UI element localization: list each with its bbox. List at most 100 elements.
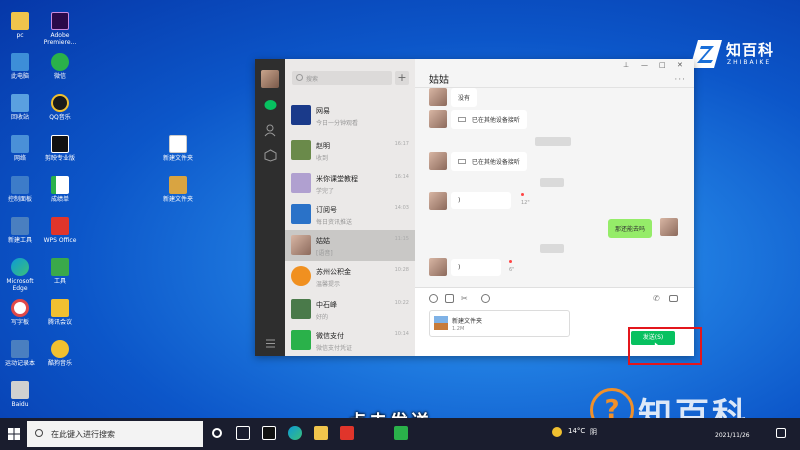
- desktop-icon-label: QQ音乐: [49, 114, 71, 121]
- search-placeholder: 搜索: [306, 76, 319, 83]
- minimize-icon[interactable]: —: [641, 61, 648, 69]
- video-call-icon: [458, 159, 466, 164]
- desktop-icon-tool[interactable]: 新建工具: [0, 217, 40, 244]
- avatar[interactable]: [261, 70, 279, 88]
- wechat-taskbar-icon[interactable]: [394, 426, 408, 440]
- windows-start-icon[interactable]: [8, 428, 20, 440]
- add-button[interactable]: +: [395, 71, 409, 85]
- folder-icon[interactable]: [445, 294, 454, 303]
- desktop-icon-label: 成绩单: [50, 196, 69, 203]
- chat-item[interactable]: 中石峰 好的 10:22: [285, 294, 415, 325]
- file-attachment[interactable]: 新建文件夹 1.2M: [429, 310, 570, 337]
- desktop-icon-recycle[interactable]: 回收站: [0, 94, 40, 121]
- chat-item[interactable]: 苏州公积金 温馨提示 10:28: [285, 261, 415, 292]
- desktop-icon-meeting[interactable]: 腾讯会议: [40, 299, 80, 326]
- contacts-icon[interactable]: [264, 124, 277, 137]
- desktop-icon-label: pc: [16, 32, 24, 39]
- chat-time: 10:28: [394, 267, 409, 273]
- logo-title: 知百科: [726, 41, 775, 59]
- task-view-icon[interactable]: [212, 428, 222, 438]
- desktop-icon-newfile[interactable]: 新建文件夹: [158, 135, 198, 162]
- desktop-icon-label: 新建文件夹: [162, 196, 193, 203]
- call-text: 已在其他设备接听: [471, 159, 520, 166]
- desktop-icon-pc[interactable]: pc: [0, 12, 40, 39]
- contact-avatar: [429, 152, 447, 170]
- taskbar: 在此键入进行搜索 14°C 阴 2021/11/26: [0, 418, 800, 450]
- chat-name: 订阅号: [316, 206, 337, 214]
- premiere-icon: [51, 12, 69, 30]
- desktop-icon-label: WPS Office: [43, 237, 77, 244]
- folder-icon: [11, 12, 29, 30]
- chat-time: 10:14: [394, 331, 409, 337]
- recycle-bin-icon: [11, 94, 29, 112]
- chat-item[interactable]: 赵明 收到 16:17: [285, 135, 415, 166]
- network-icon: [11, 135, 29, 153]
- desktop-icon-label: 网络: [13, 155, 26, 162]
- desktop-icon-network[interactable]: 网络: [0, 135, 40, 162]
- desktop-icon-tool2[interactable]: 工具: [40, 258, 80, 285]
- desktop-icon-qqmusic[interactable]: QQ音乐: [40, 94, 80, 121]
- phone-icon[interactable]: ✆: [653, 294, 662, 303]
- wechat-sidebar: [255, 59, 285, 356]
- chat-preview: 收到: [316, 155, 329, 162]
- desktop-icon-baidu[interactable]: Baidu: [0, 381, 40, 408]
- menu-icon[interactable]: [264, 337, 277, 350]
- wechat-icon: [51, 53, 69, 71]
- favorites-icon[interactable]: [264, 149, 277, 162]
- zhibaike-logo: 知百科 ZHIBAIKE: [690, 38, 785, 70]
- file-name: 新建文件夹: [452, 318, 483, 325]
- desktop-icon-edge[interactable]: Microsoft Edge: [0, 258, 40, 292]
- desktop-icon-jianying[interactable]: 剪映专业版: [40, 135, 80, 162]
- widgets-icon[interactable]: [236, 426, 250, 440]
- chat-avatar: [291, 266, 311, 286]
- voice-bubble[interactable]: ): [451, 259, 501, 276]
- explorer-taskbar-icon[interactable]: [314, 426, 328, 440]
- chat-item[interactable]: 网易 今日一分钟观看: [285, 100, 415, 131]
- close-icon[interactable]: ✕: [677, 61, 683, 69]
- scissors-icon[interactable]: ✂: [461, 294, 470, 303]
- desktop-icon-notes[interactable]: 运动记录本: [0, 340, 40, 367]
- maximize-icon[interactable]: □: [659, 61, 666, 69]
- desktop-icon-premiere[interactable]: Adobe Premiere...: [40, 12, 80, 46]
- highlight-box: [628, 327, 702, 365]
- desktop-icon-wordpad[interactable]: 写字板: [0, 299, 40, 326]
- chat-item[interactable]: 微信支付 微信支付凭证 10:14: [285, 325, 415, 356]
- timestamp: [540, 244, 564, 253]
- chat-time: 14:03: [394, 205, 409, 211]
- notification-icon[interactable]: [776, 428, 786, 438]
- search-icon: [296, 74, 303, 81]
- chat-panel: ⊥ — □ ✕ 姑姑 ··· 没有 已在其他设备接听 已在其他设备接听 ) 12…: [415, 59, 694, 356]
- weather-icon[interactable]: [552, 427, 562, 437]
- capcut-taskbar-icon[interactable]: [262, 426, 276, 440]
- search-input[interactable]: 搜索: [292, 71, 392, 85]
- desktop-icon-label: 控制面板: [7, 196, 32, 203]
- video-icon[interactable]: [669, 295, 678, 302]
- edge-taskbar-icon[interactable]: [288, 426, 302, 440]
- chat-avatar: [291, 299, 311, 319]
- chat-item[interactable]: 米你课堂教程 学完了 16:14: [285, 168, 415, 199]
- chat-item[interactable]: 订阅号 每日资讯推送 14:03: [285, 199, 415, 230]
- wps-taskbar-icon[interactable]: [340, 426, 354, 440]
- unread-dot: [509, 260, 512, 263]
- desktop-icon-wps[interactable]: WPS Office: [40, 217, 80, 244]
- voice-bubble[interactable]: ): [451, 192, 511, 209]
- more-icon[interactable]: ···: [674, 75, 686, 85]
- timestamp: [535, 137, 571, 146]
- desktop-icon-sheet[interactable]: 成绩单: [40, 176, 80, 203]
- desktop-icon-label: Baidu: [11, 401, 29, 408]
- chat-icon[interactable]: [264, 99, 277, 112]
- chat-item-selected[interactable]: 姑姑 [语音] 11:15: [285, 230, 415, 261]
- desktop-icon-folder2[interactable]: 新建文件夹: [158, 176, 198, 203]
- taskbar-search[interactable]: 在此键入进行搜索: [27, 421, 203, 447]
- contact-avatar: [429, 192, 447, 210]
- desktop-icon-control[interactable]: 控制面板: [0, 176, 40, 203]
- desktop-icon-kugou[interactable]: 酷狗音乐: [40, 340, 80, 367]
- desktop-icon-wechat[interactable]: 微信: [40, 53, 80, 80]
- message-bubble: 那还能去吗: [608, 219, 653, 238]
- chat-bubble-icon[interactable]: [481, 294, 490, 303]
- emoji-icon[interactable]: [429, 294, 438, 303]
- desktop-icon-computer[interactable]: 此电脑: [0, 53, 40, 80]
- pin-icon[interactable]: ⊥: [623, 61, 629, 69]
- chat-title: 姑姑: [429, 75, 449, 86]
- desktop-icon-label: 工具: [53, 278, 66, 285]
